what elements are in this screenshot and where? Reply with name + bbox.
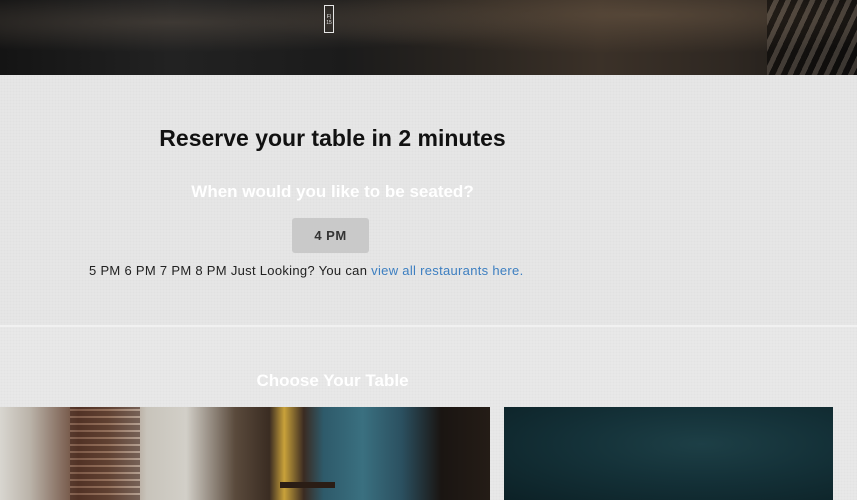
card-image-table <box>280 482 335 488</box>
time-options-line: 5 PM 6 PM 7 PM 8 PM Just Looking? You ca… <box>89 263 523 278</box>
just-looking-text: Just Looking? You can <box>230 263 368 278</box>
time-slot-selected-button[interactable]: 4 PM <box>292 218 369 253</box>
seating-question: When would you like to be seated? <box>191 182 474 201</box>
choose-table-section: Choose Your Table <box>0 327 857 500</box>
other-time-slots[interactable]: 5 PM 6 PM 7 PM 8 PM <box>89 263 227 278</box>
logo[interactable]: F| 15 <box>324 5 334 33</box>
view-all-restaurants-link[interactable]: view all restaurants here. <box>371 263 523 278</box>
hero-banner: F| 15 <box>0 0 857 75</box>
card-image-bricks <box>70 407 140 500</box>
table-card-dining-room[interactable] <box>0 407 490 500</box>
reserve-title: Reserve your table in 2 minutes <box>159 125 506 151</box>
reserve-section: Reserve your table in 2 minutes When wou… <box>0 75 857 325</box>
table-card-teal[interactable] <box>504 407 833 500</box>
choose-table-title: Choose Your Table <box>256 371 409 390</box>
hero-decor <box>767 0 857 75</box>
